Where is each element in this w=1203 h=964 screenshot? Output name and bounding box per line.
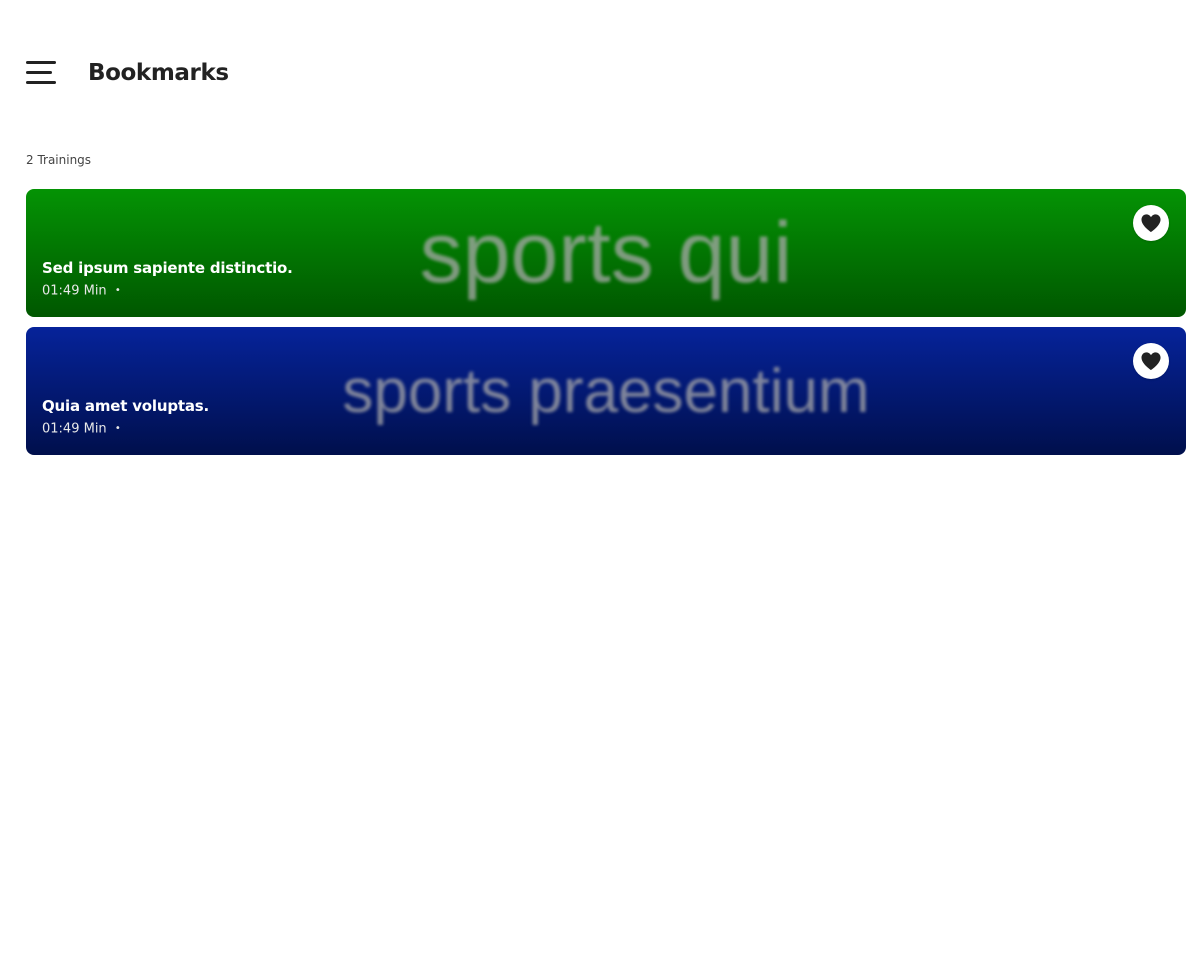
separator-dot: • — [114, 285, 121, 296]
page-title: Bookmarks — [88, 60, 229, 86]
training-title: Sed ipsum sapiente distinctio. — [42, 259, 293, 277]
heart-icon — [1141, 352, 1161, 371]
training-duration: 01:49 Min • — [42, 282, 121, 301]
duration-text: 01:49 Min — [42, 283, 107, 299]
menu-button[interactable] — [20, 55, 62, 91]
training-card[interactable]: sports qui Sed ipsum sapiente distinctio… — [26, 189, 1186, 317]
hamburger-menu-icon-bar — [26, 81, 56, 84]
training-duration: 01:49 Min • — [42, 420, 121, 439]
bookmark-button[interactable] — [1133, 205, 1169, 241]
bookmark-button[interactable] — [1133, 343, 1169, 379]
training-title: Quia amet voluptas. — [42, 397, 209, 415]
hamburger-menu-icon-bar — [26, 71, 52, 74]
trainings-count: 2 Trainings — [26, 153, 92, 167]
heart-icon — [1141, 214, 1161, 233]
app-header: Bookmarks — [0, 0, 1203, 140]
hamburger-menu-icon — [26, 61, 56, 64]
thumbnail-image: sports qui — [419, 205, 793, 301]
training-card[interactable]: sports praesentium Quia amet voluptas. 0… — [26, 327, 1186, 455]
duration-text: 01:49 Min — [42, 421, 107, 437]
thumbnail-image: sports praesentium — [342, 357, 870, 426]
separator-dot: • — [114, 423, 121, 434]
